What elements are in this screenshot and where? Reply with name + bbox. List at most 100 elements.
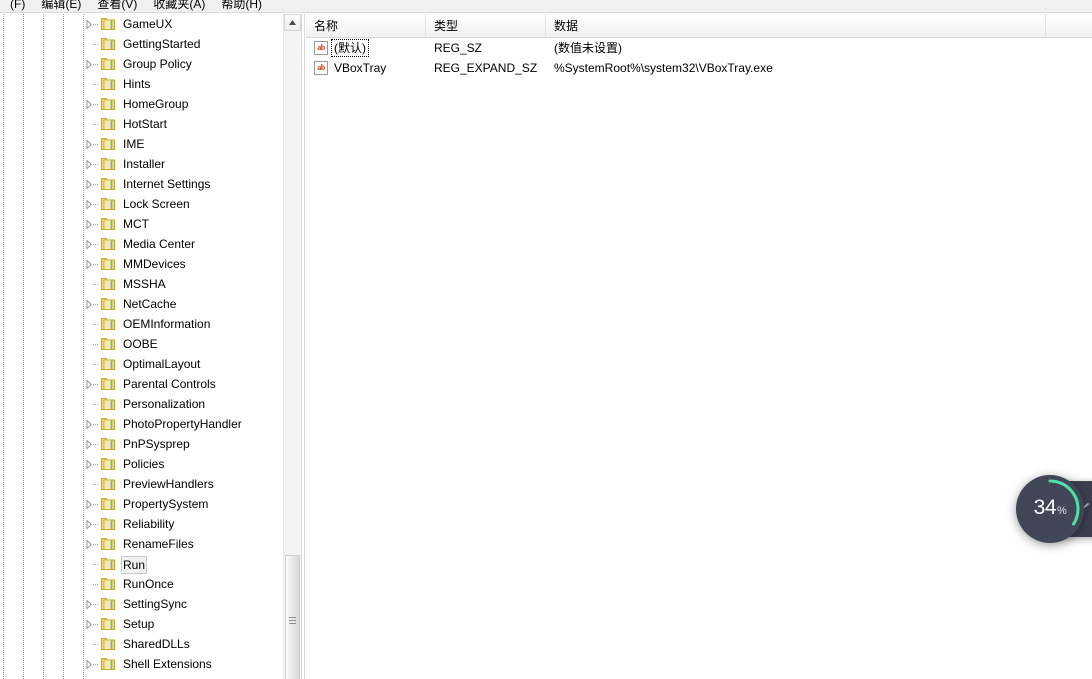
- menu-help[interactable]: 帮助(H): [213, 0, 270, 12]
- menu-file[interactable]: (F): [2, 0, 33, 12]
- tree-item-oobe[interactable]: OOBE: [0, 334, 283, 354]
- tree-item-mssha[interactable]: MSSHA: [0, 274, 283, 294]
- tree-item-label: Run: [121, 556, 148, 574]
- tree-item-label: Reliability: [123, 517, 175, 531]
- tree-connector-line: [93, 464, 99, 465]
- tree-connector-line: [93, 584, 99, 585]
- tree-item-label: SettingSync: [123, 597, 188, 611]
- registry-key-folder-icon: [100, 36, 116, 52]
- menu-view[interactable]: 查看(V): [89, 0, 145, 12]
- tree-item-label: HotStart: [123, 117, 168, 131]
- value-row[interactable]: ab VBoxTray REG_EXPAND_SZ %SystemRoot%\syst…: [306, 58, 1092, 78]
- tree-item-oeminformation[interactable]: OEMInformation: [0, 314, 283, 334]
- tree-item-label: PhotoPropertyHandler: [123, 417, 242, 431]
- tree-item-label: OptimalLayout: [123, 357, 201, 371]
- tree-item-label: Hints: [123, 77, 151, 91]
- tree-item-label: OEMInformation: [123, 317, 211, 331]
- registry-key-tree[interactable]: GameUX GettingStarted Group Policy Hints Hom…: [0, 14, 283, 679]
- tree-connector-line: [93, 204, 99, 205]
- column-header-1[interactable]: 类型: [426, 14, 546, 37]
- column-header-0[interactable]: 名称: [306, 14, 426, 37]
- tree-item-propertysystem[interactable]: PropertySystem: [0, 494, 283, 514]
- tree-item-mct[interactable]: MCT: [0, 214, 283, 234]
- value-type: REG_SZ: [434, 41, 483, 55]
- registry-key-folder-icon: [100, 16, 116, 32]
- progress-value: 34: [1033, 495, 1057, 519]
- value-name: (默认): [331, 39, 369, 57]
- registry-key-folder-icon: [100, 636, 116, 652]
- registry-key-folder-icon: [100, 156, 116, 172]
- pane-splitter[interactable]: [301, 14, 305, 679]
- tree-item-photopropertyhandler[interactable]: PhotoPropertyHandler: [0, 414, 283, 434]
- tree-item-settingsync[interactable]: SettingSync: [0, 594, 283, 614]
- tree-item-media-center[interactable]: Media Center: [0, 234, 283, 254]
- tree-item-renamefiles[interactable]: RenameFiles: [0, 534, 283, 554]
- tree-item-setup[interactable]: Setup: [0, 614, 283, 634]
- tree-item-hotstart[interactable]: HotStart: [0, 114, 283, 134]
- tree-item-optimallayout[interactable]: OptimalLayout: [0, 354, 283, 374]
- tree-connector-line: [93, 544, 99, 545]
- tree-item-homegroup[interactable]: HomeGroup: [0, 94, 283, 114]
- tree-item-personalization[interactable]: Personalization: [0, 394, 283, 414]
- tree-item-label: Internet Settings: [123, 177, 211, 191]
- tree-item-label: PropertySystem: [123, 497, 209, 511]
- menu-edit[interactable]: 编辑(E): [33, 0, 89, 12]
- registry-key-folder-icon: [100, 376, 116, 392]
- registry-key-folder-icon: [100, 296, 116, 312]
- tree-item-label: Personalization: [123, 397, 206, 411]
- tree-item-internet-settings[interactable]: Internet Settings: [0, 174, 283, 194]
- tree-connector-line: [93, 484, 99, 485]
- tree-connector-line: [93, 284, 99, 285]
- progress-circle[interactable]: 34%: [1016, 475, 1084, 543]
- registry-value-list[interactable]: 名称 类型 数据 ab (默认) REG_SZ (数值未设置) ab VBoxTray REG_…: [306, 14, 1092, 679]
- tree-item-shareddlls[interactable]: SharedDLLs: [0, 634, 283, 654]
- tree-item-group-policy[interactable]: Group Policy: [0, 54, 283, 74]
- tree-item-policies[interactable]: Policies: [0, 454, 283, 474]
- tree-item-pnpsysprep[interactable]: PnPSysprep: [0, 434, 283, 454]
- tree-item-runonce[interactable]: RunOnce: [0, 574, 283, 594]
- tree-item-label: MCT: [123, 217, 149, 231]
- tree-item-label: OOBE: [123, 337, 158, 351]
- tree-item-label: Installer: [123, 157, 166, 171]
- value-row[interactable]: ab (默认) REG_SZ (数值未设置): [306, 38, 1092, 58]
- tree-connector-line: [93, 384, 99, 385]
- registry-key-folder-icon: [100, 576, 116, 592]
- tree-item-previewhandlers[interactable]: PreviewHandlers: [0, 474, 283, 494]
- registry-key-folder-icon: [100, 256, 116, 272]
- registry-key-folder-icon: [100, 136, 116, 152]
- tree-item-netcache[interactable]: NetCache: [0, 294, 283, 314]
- tree-connector-line: [93, 504, 99, 505]
- column-header-2[interactable]: 数据: [546, 14, 1046, 37]
- tree-item-parental-controls[interactable]: Parental Controls: [0, 374, 283, 394]
- tree-item-label: PnPSysprep: [123, 437, 190, 451]
- tree-vertical-scrollbar[interactable]: [283, 14, 301, 679]
- download-progress-overlay[interactable]: 34%: [1016, 475, 1092, 543]
- scrollbar-track[interactable]: [284, 31, 301, 679]
- scrollbar-thumb[interactable]: [285, 555, 300, 679]
- registry-key-folder-icon: [100, 516, 116, 532]
- tree-item-reliability[interactable]: Reliability: [0, 514, 283, 534]
- tree-item-lock-screen[interactable]: Lock Screen: [0, 194, 283, 214]
- registry-key-folder-icon: [100, 556, 116, 572]
- tree-item-gameux[interactable]: GameUX: [0, 14, 283, 34]
- tree-connector-line: [93, 424, 99, 425]
- registry-key-folder-icon: [100, 496, 116, 512]
- tree-connector-line: [93, 444, 99, 445]
- tree-connector-line: [93, 224, 99, 225]
- registry-key-folder-icon: [100, 396, 116, 412]
- tree-item-shell-extensions[interactable]: Shell Extensions: [0, 654, 283, 674]
- tree-item-ime[interactable]: IME: [0, 134, 283, 154]
- menu-favorites[interactable]: 收藏夹(A): [145, 0, 213, 12]
- tree-connector-line: [93, 624, 99, 625]
- tree-item-mmdevices[interactable]: MMDevices: [0, 254, 283, 274]
- scrollbar-grip-icon: [289, 615, 296, 626]
- registry-key-folder-icon: [100, 276, 116, 292]
- tree-item-run[interactable]: Run: [0, 554, 283, 574]
- tree-item-gettingstarted[interactable]: GettingStarted: [0, 34, 283, 54]
- tree-item-hints[interactable]: Hints: [0, 74, 283, 94]
- tree-item-label: NetCache: [123, 297, 177, 311]
- tree-item-installer[interactable]: Installer: [0, 154, 283, 174]
- tree-connector-line: [93, 604, 99, 605]
- scroll-up-button[interactable]: [284, 14, 301, 31]
- registry-key-folder-icon: [100, 216, 116, 232]
